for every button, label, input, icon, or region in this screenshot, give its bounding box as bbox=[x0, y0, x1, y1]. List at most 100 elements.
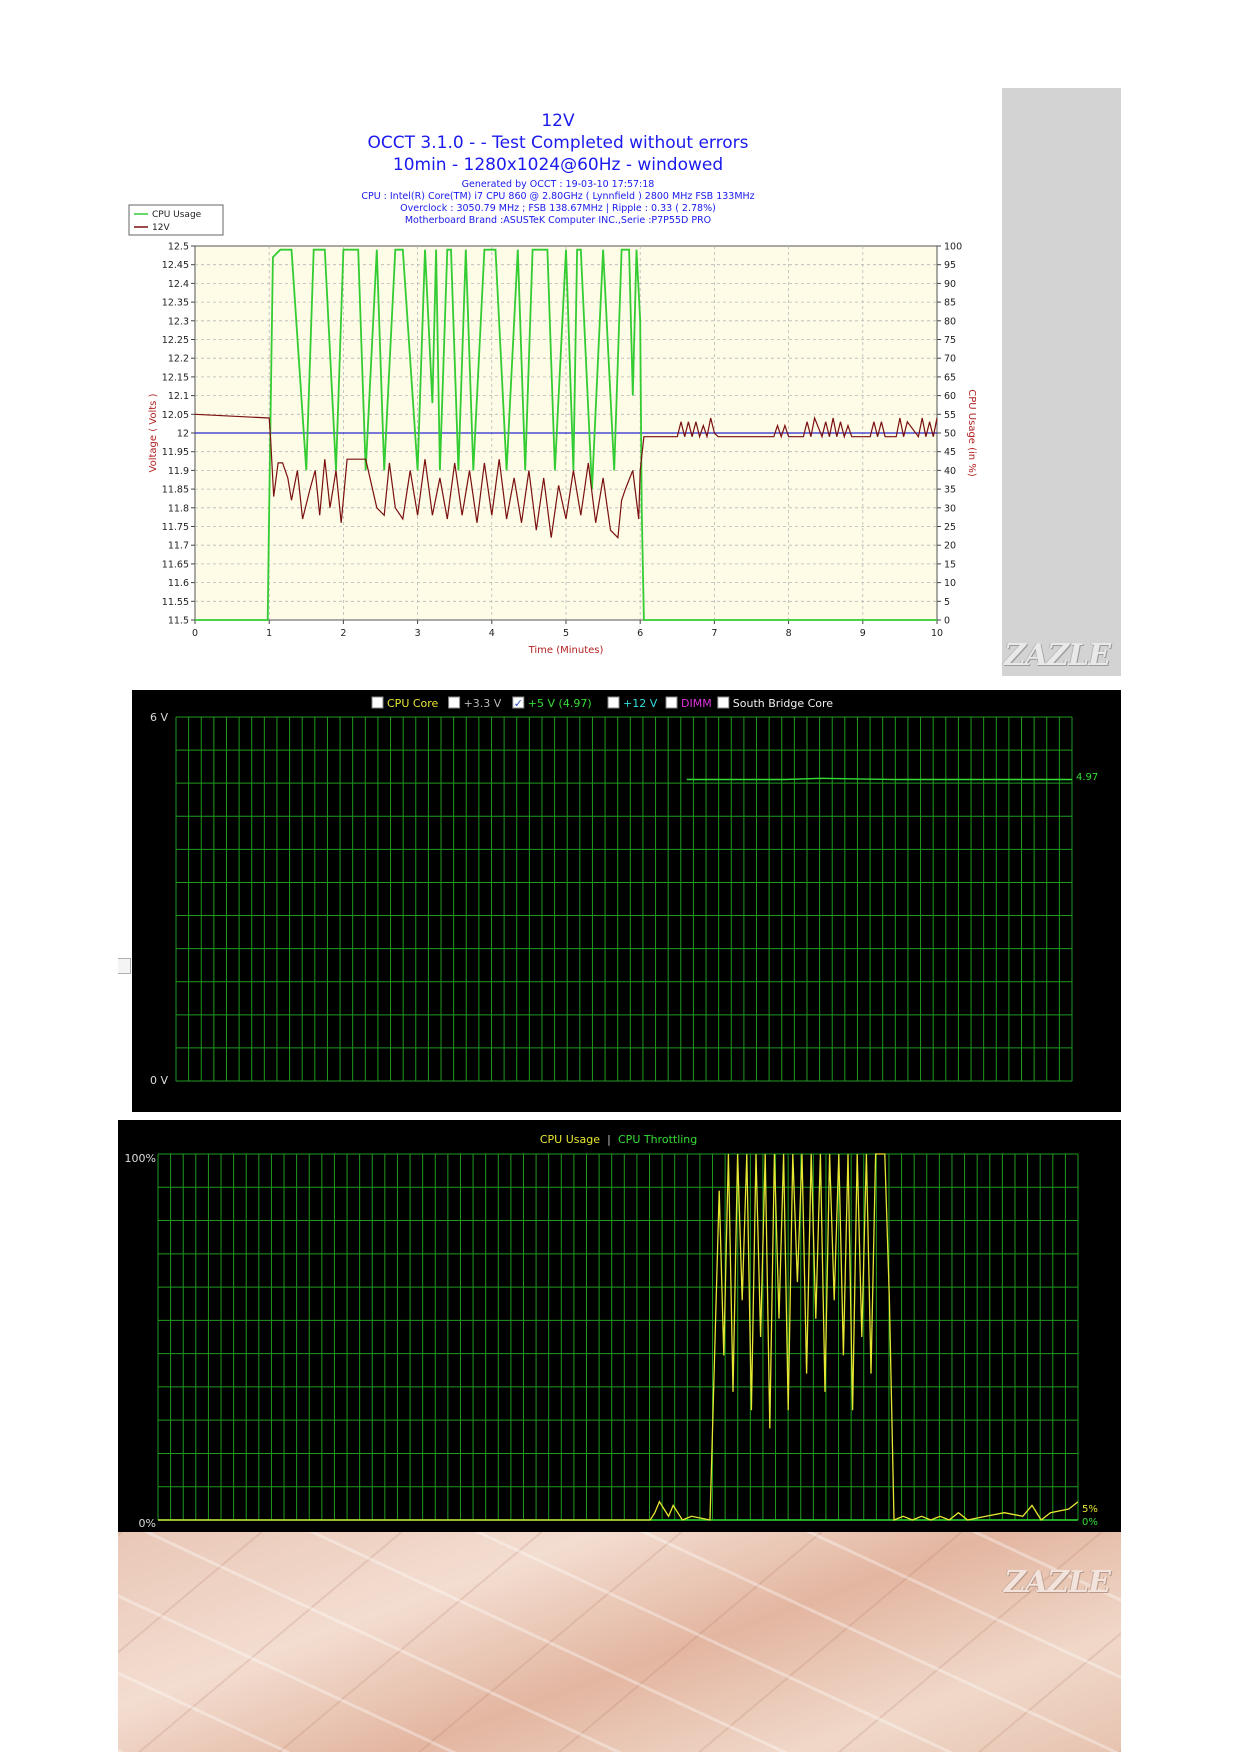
legend-item-label[interactable]: DIMM bbox=[681, 697, 712, 710]
legend-checkbox[interactable] bbox=[607, 696, 620, 709]
voltage-legend: CPU Core +3.3 V ✓ +5 V (4.97) +12 V DIMM South… bbox=[371, 696, 834, 710]
grid-lines bbox=[157, 1153, 1079, 1521]
y-axis-bottom-label: 0% bbox=[139, 1517, 156, 1530]
y-tick-label: 12.35 bbox=[162, 298, 189, 309]
chart-subtitle-2: 10min - 1280x1024@60Hz - windowed bbox=[393, 155, 723, 175]
chart-info-line: Overclock : 3050.79 MHz ; FSB 138.67MHz … bbox=[400, 203, 716, 214]
y-tick-label: 12.5 bbox=[168, 242, 189, 253]
legend-separator: | bbox=[607, 1133, 611, 1146]
y-tick-label: 11.6 bbox=[168, 578, 189, 589]
checkmark-icon: ✓ bbox=[514, 697, 523, 710]
y2-tick-label: 25 bbox=[944, 522, 956, 533]
site-logo: ZAZLE bbox=[1004, 638, 1111, 673]
side-panel bbox=[1002, 88, 1121, 676]
y2-tick-label: 55 bbox=[944, 410, 956, 421]
y-tick-label: 11.8 bbox=[168, 503, 189, 514]
y-axis-left: 11.5 11.55 11.6 11.65 11.7 11.75 11.8 11.85 11.9… bbox=[162, 242, 195, 627]
y2-tick-label: 30 bbox=[944, 503, 956, 514]
y-tick-label: 12.05 bbox=[162, 410, 189, 421]
y-tick-label: 12 bbox=[177, 429, 189, 440]
y-tick-label: 11.5 bbox=[168, 616, 189, 627]
value-label-5v: 4.97 bbox=[1076, 772, 1098, 783]
x-tick-label: 2 bbox=[340, 628, 346, 639]
y-tick-label: 12.25 bbox=[162, 335, 189, 346]
y2-tick-label: 5 bbox=[944, 597, 950, 608]
legend-checkbox[interactable] bbox=[371, 696, 384, 709]
y2-tick-label: 50 bbox=[944, 429, 956, 440]
y2-tick-label: 35 bbox=[944, 485, 956, 496]
y2-tick-label: 100 bbox=[944, 242, 962, 253]
occt-12v-chart: 12V OCCT 3.1.0 - - Test Completed withou… bbox=[128, 111, 977, 656]
y-tick-label: 11.55 bbox=[162, 597, 189, 608]
y-tick-label: 11.85 bbox=[162, 485, 189, 496]
chart-info-line: Generated by OCCT : 19-03-10 17:57:18 bbox=[462, 179, 655, 190]
legend-checkbox[interactable] bbox=[448, 696, 461, 709]
y-tick-label: 12.45 bbox=[162, 260, 189, 271]
x-tick-label: 1 bbox=[266, 628, 272, 639]
occt-chart-panel: 12V OCCT 3.1.0 - - Test Completed withou… bbox=[118, 88, 1121, 676]
y2-tick-label: 60 bbox=[944, 391, 956, 402]
y2-tick-label: 80 bbox=[944, 316, 956, 327]
x-tick-label: 3 bbox=[415, 628, 421, 639]
y2-tick-label: 85 bbox=[944, 298, 956, 309]
chart-subtitle: OCCT 3.1.0 - - Test Completed without er… bbox=[368, 133, 749, 153]
y-axis-top-label: 100% bbox=[125, 1152, 156, 1165]
x-tick-label: 4 bbox=[489, 628, 495, 639]
legend-checkbox[interactable] bbox=[665, 696, 678, 709]
legend-cpu-usage: CPU Usage bbox=[152, 210, 202, 220]
legend-cpu-usage[interactable]: CPU Usage bbox=[540, 1133, 600, 1146]
legend-item-label[interactable]: +12 V bbox=[623, 697, 658, 710]
x-axis-label: Time (Minutes) bbox=[528, 645, 604, 656]
y-tick-label: 12.4 bbox=[168, 279, 189, 290]
voltage-monitor-graph: CPU Core +3.3 V ✓ +5 V (4.97) +12 V DIMM South… bbox=[150, 696, 1098, 1087]
cpu-usage-monitor: CPU Usage | CPU Throttling 100% 0% 5% 0% bbox=[118, 1120, 1121, 1532]
y-axis-top-label: 6 V bbox=[150, 711, 168, 724]
grid-lines bbox=[175, 716, 1073, 1082]
y-tick-label: 12.2 bbox=[168, 354, 189, 365]
legend-checkbox[interactable] bbox=[717, 696, 730, 709]
decorative-background bbox=[118, 1532, 1121, 1752]
y2-tick-label: 70 bbox=[944, 354, 956, 365]
y2-tick-label: 75 bbox=[944, 335, 956, 346]
y2-tick-label: 20 bbox=[944, 541, 956, 552]
y2-tick-label: 65 bbox=[944, 372, 956, 383]
y-tick-label: 12.1 bbox=[168, 391, 189, 402]
y-axis-right: 0 5 10 15 20 25 30 35 40 45 50 55 60 65 70 75 80 85 90 95 10… bbox=[937, 242, 962, 627]
cpu-usage-graph: CPU Usage | CPU Throttling 100% 0% 5% 0% bbox=[125, 1133, 1098, 1530]
y-tick-label: 11.65 bbox=[162, 559, 189, 570]
x-tick-label: 7 bbox=[711, 628, 717, 639]
y-axis-label: Voltage ( Volts ) bbox=[148, 393, 159, 472]
legend-item-label[interactable]: +3.3 V bbox=[464, 697, 502, 710]
legend-item-label[interactable]: CPU Core bbox=[387, 697, 439, 710]
chart-title: 12V bbox=[541, 111, 575, 131]
site-logo: ZAZLE bbox=[1004, 1565, 1111, 1600]
y-tick-label: 12.3 bbox=[168, 316, 189, 327]
chart-info-line: Motherboard Brand :ASUSTeK Computer INC.… bbox=[405, 215, 711, 226]
x-tick-label: 0 bbox=[192, 628, 198, 639]
y-tick-label: 11.75 bbox=[162, 522, 189, 533]
end-value-cpu-usage: 5% bbox=[1082, 1504, 1098, 1515]
series-line-cpu-usage bbox=[158, 1153, 1079, 1521]
y2-tick-label: 95 bbox=[944, 260, 956, 271]
x-tick-label: 5 bbox=[563, 628, 569, 639]
y2-tick-label: 15 bbox=[944, 559, 956, 570]
voltage-monitor: CPU Core +3.3 V ✓ +5 V (4.97) +12 V DIMM South… bbox=[132, 690, 1121, 1112]
chart-info-line: CPU : Intel(R) Core(TM) i7 CPU 860 @ 2.8… bbox=[361, 191, 754, 202]
legend-cpu-throttling[interactable]: CPU Throttling bbox=[618, 1133, 697, 1146]
y-tick-label: 11.95 bbox=[162, 447, 189, 458]
y2-tick-label: 0 bbox=[944, 616, 950, 627]
legend-item-label[interactable]: +5 V (4.97) bbox=[528, 697, 592, 710]
series-line-5v bbox=[686, 777, 1072, 781]
chart-legend: CPU Usage 12V bbox=[128, 204, 224, 236]
x-tick-label: 9 bbox=[860, 628, 866, 639]
y-axis-bottom-label: 0 V bbox=[150, 1074, 168, 1087]
y2-axis-label: CPU Usage (in %) bbox=[966, 389, 977, 477]
x-tick-label: 10 bbox=[931, 628, 943, 639]
legend-item-label[interactable]: South Bridge Core bbox=[733, 697, 834, 710]
end-value-cpu-throttling: 0% bbox=[1082, 1517, 1098, 1528]
y2-tick-label: 10 bbox=[944, 578, 956, 589]
y2-tick-label: 40 bbox=[944, 466, 956, 477]
legend-12v: 12V bbox=[152, 223, 170, 233]
y-tick-label: 11.9 bbox=[168, 466, 189, 477]
scrollbar-handle[interactable] bbox=[118, 958, 131, 974]
